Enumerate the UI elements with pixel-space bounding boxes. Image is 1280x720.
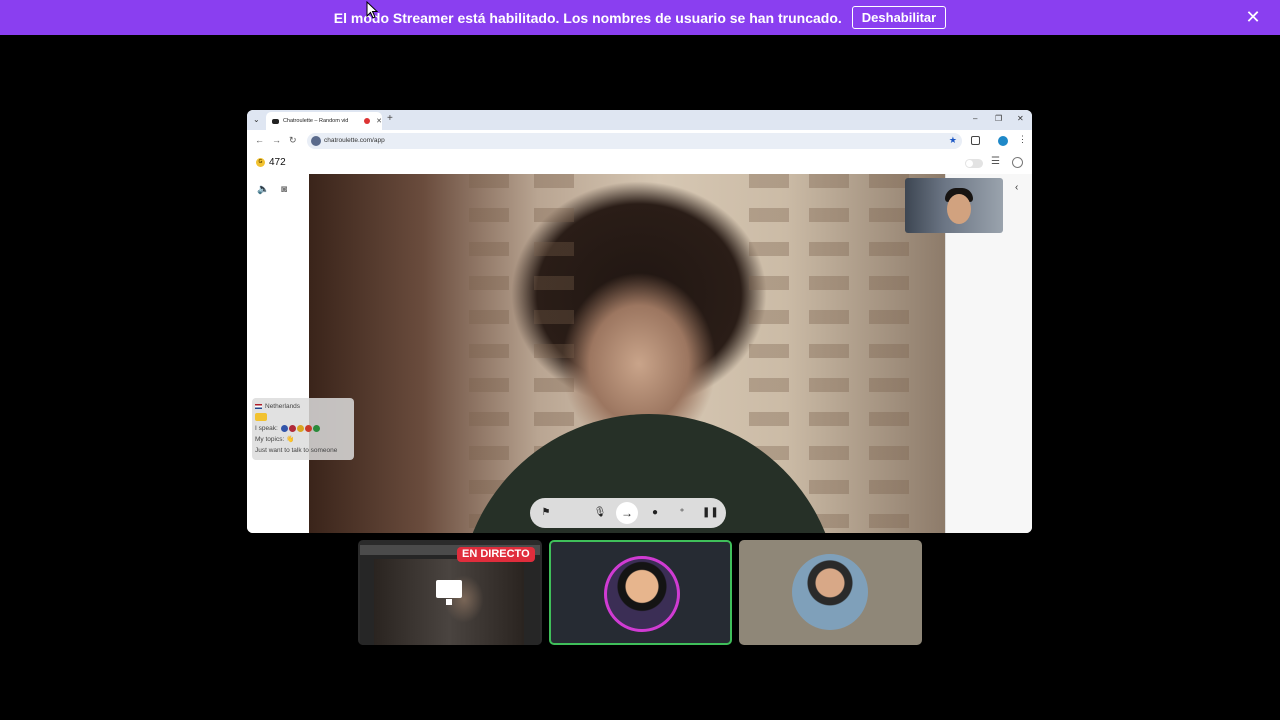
browser-toolbar: ← → ↻ chatroulette.com/app ★ ⋮ xyxy=(247,130,1032,152)
tab-close-icon[interactable]: ✕ xyxy=(376,117,382,125)
add-friend-icon[interactable]: ⁺ xyxy=(674,505,690,521)
chevron-left-icon[interactable]: ‹ xyxy=(1015,182,1018,193)
language-flag-icon xyxy=(304,424,312,432)
coin-balance: 472 xyxy=(269,157,286,168)
reload-icon[interactable]: ↻ xyxy=(289,135,297,146)
participant-tile[interactable] xyxy=(739,540,922,645)
screen-share-icon xyxy=(436,580,462,605)
language-flag-icon xyxy=(280,424,288,432)
live-badge: EN DIRECTO xyxy=(457,547,535,562)
report-flag-icon[interactable]: ⚑ xyxy=(538,505,554,521)
back-icon[interactable]: ← xyxy=(255,135,264,145)
filters-icon[interactable]: ☰ xyxy=(991,156,1000,167)
site-info-icon[interactable] xyxy=(311,136,321,146)
restore-icon[interactable]: ❐ xyxy=(995,114,1002,123)
language-flag-icon xyxy=(312,424,320,432)
volume-icon[interactable]: 🔈 xyxy=(257,184,269,195)
tab-search-icon[interactable]: ⌄ xyxy=(253,115,260,124)
speaks-label: I speak: xyxy=(255,425,278,432)
stream-tile[interactable]: EN DIRECTO xyxy=(358,540,542,645)
new-tab-icon[interactable]: + xyxy=(387,113,393,124)
minimize-icon[interactable]: – xyxy=(973,114,977,123)
wave-emoji: 👋 xyxy=(286,436,295,443)
avatar xyxy=(604,556,680,632)
browser-tab-bar: ⌄ Chatroulette – Random vid ✕ + – ❐ ✕ xyxy=(247,110,1032,130)
mode-toggle[interactable] xyxy=(965,159,983,168)
account-icon[interactable] xyxy=(1012,157,1023,168)
favicon-icon xyxy=(272,118,279,124)
coin-icon: G xyxy=(256,158,265,167)
badge-icon xyxy=(255,413,267,422)
bookmark-star-icon[interactable]: ★ xyxy=(949,135,957,146)
left-panel: 🔈 ◙ xyxy=(247,174,309,533)
camera-icon[interactable]: ◙ xyxy=(281,184,287,195)
netherlands-flag-icon xyxy=(255,403,262,409)
microphone-icon[interactable]: 🎙 xyxy=(592,505,608,521)
partner-video xyxy=(309,174,945,533)
mouse-cursor-icon xyxy=(366,1,378,19)
next-arrow-icon[interactable]: → xyxy=(616,502,638,524)
pause-icon[interactable]: ❚❚ xyxy=(702,505,719,521)
self-video-preview xyxy=(905,178,1003,233)
window-close-icon[interactable]: ✕ xyxy=(1017,114,1024,123)
browser-menu-icon[interactable]: ⋮ xyxy=(1018,134,1027,145)
disable-streamer-mode-button[interactable]: Deshabilitar xyxy=(851,6,947,29)
streamer-mode-banner: El modo Streamer está habilitado. Los no… xyxy=(0,0,1280,35)
language-flag-icon xyxy=(296,424,304,432)
call-controls: ⚑ 🎙 → ● ⁺ ❚❚ xyxy=(530,498,726,528)
address-bar[interactable]: chatroulette.com/app ★ xyxy=(307,133,962,149)
app-header: G 472 ☰ xyxy=(247,152,1032,174)
streamer-mode-message: El modo Streamer está habilitado. Los no… xyxy=(333,9,842,26)
avatar xyxy=(792,554,868,630)
close-icon[interactable]: ✕ xyxy=(1244,8,1262,26)
profile-avatar-icon[interactable] xyxy=(998,136,1008,146)
partner-info-card: Netherlands I speak: My topics: 👋 Just w… xyxy=(252,398,354,460)
partner-country: Netherlands xyxy=(265,403,301,410)
chat-bubble-icon[interactable]: ● xyxy=(647,505,663,521)
language-flag-icon xyxy=(288,424,296,432)
forward-icon[interactable]: → xyxy=(272,135,281,145)
tab-title: Chatroulette – Random vid xyxy=(282,118,349,124)
browser-tab[interactable]: Chatroulette – Random vid ✕ xyxy=(266,112,382,130)
topics-label: My topics: xyxy=(255,436,285,443)
url-text: chatroulette.com/app xyxy=(324,137,385,144)
recording-icon xyxy=(364,118,371,124)
participant-tile-speaking[interactable] xyxy=(549,540,732,645)
screen-share-view: ⌄ Chatroulette – Random vid ✕ + – ❐ ✕ ← … xyxy=(247,110,1032,533)
partner-status: Just want to talk to someone xyxy=(255,447,338,454)
extensions-icon[interactable] xyxy=(971,136,980,145)
